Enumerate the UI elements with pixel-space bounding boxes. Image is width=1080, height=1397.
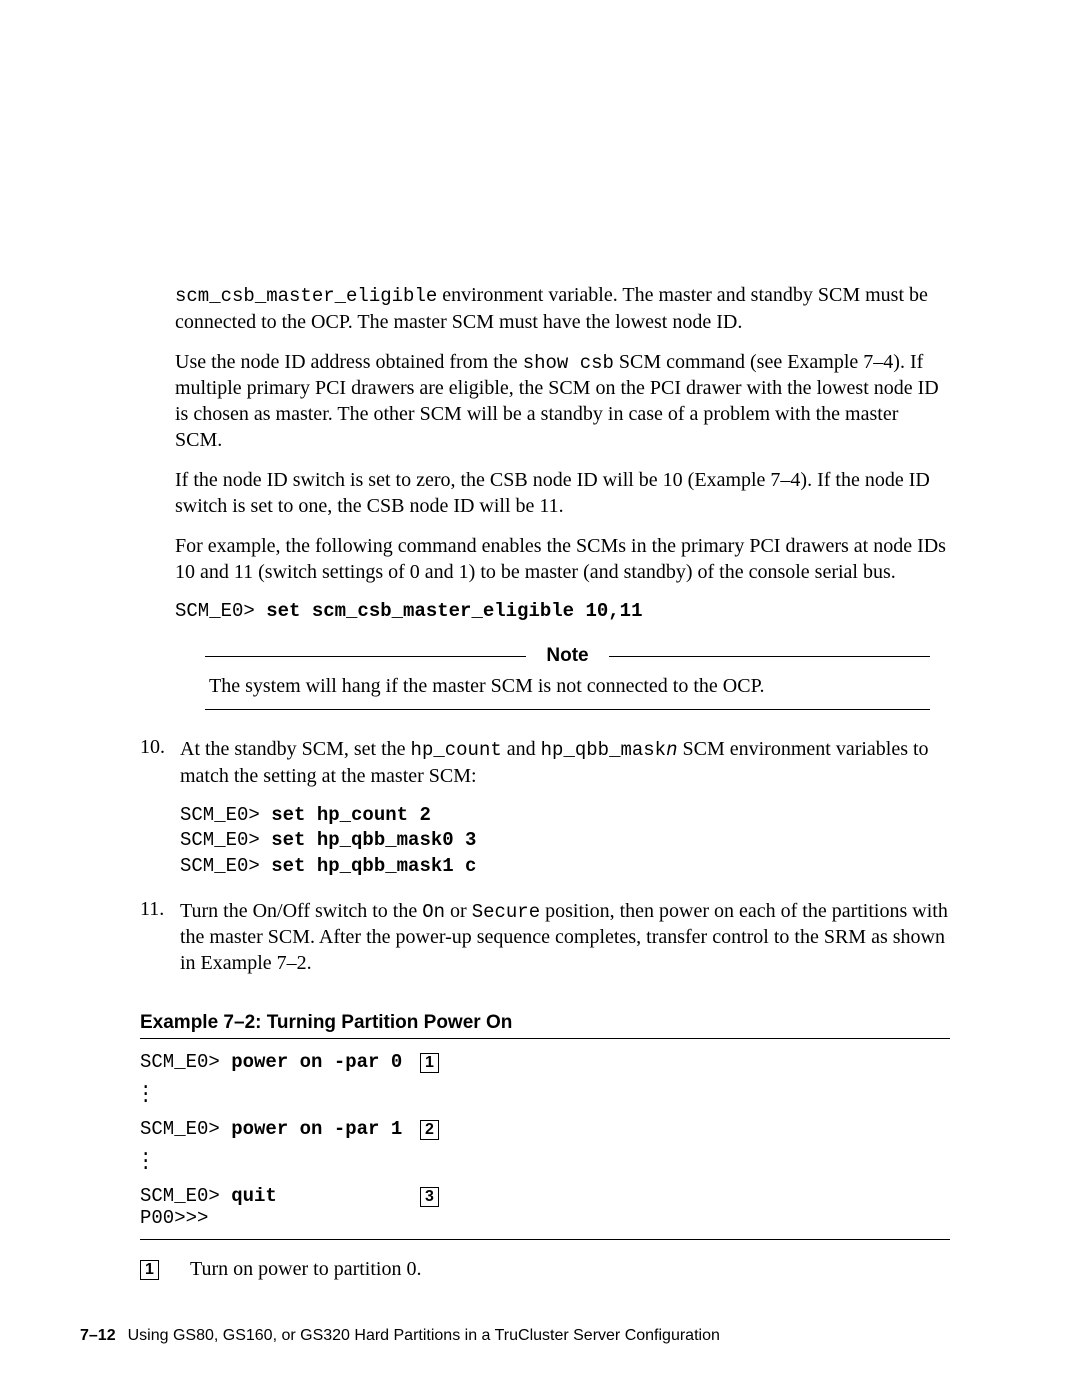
callout-2: 2 bbox=[420, 1120, 439, 1140]
page: scm_csb_master_eligible environment vari… bbox=[0, 0, 1080, 1397]
prompt: SCM_E0> bbox=[140, 1118, 231, 1140]
step-10-cmds: SCM_E0> set hp_count 2 SCM_E0> set hp_qb… bbox=[180, 803, 950, 880]
code-hp-count: hp_count bbox=[411, 739, 502, 761]
callout-key-1: 1 bbox=[140, 1258, 190, 1281]
note-box: Note The system will hang if the master … bbox=[205, 645, 930, 710]
vertical-dots-1: ... bbox=[140, 1079, 950, 1100]
step-10-number: 10. bbox=[140, 736, 180, 898]
example-rule-top bbox=[140, 1038, 950, 1039]
ex-cmd-3: SCM_E0> quit bbox=[140, 1185, 420, 1207]
callouts-list: 1 Turn on power to partition 0. bbox=[140, 1258, 950, 1281]
prompt: SCM_E0> bbox=[175, 600, 266, 622]
prompt: P00>>> bbox=[140, 1207, 208, 1229]
code-env-var: scm_csb_master_eligible bbox=[175, 285, 437, 307]
text: At the standby SCM, set the bbox=[180, 738, 411, 760]
para-node-id-switch: If the node ID switch is set to zero, th… bbox=[175, 467, 950, 519]
text: and bbox=[502, 738, 541, 760]
callout-row-1: 1 Turn on power to partition 0. bbox=[140, 1258, 950, 1281]
text: or bbox=[445, 900, 472, 922]
code-secure: Secure bbox=[472, 901, 540, 923]
cmd-set-master-eligible: SCM_E0> set scm_csb_master_eligible 10,1… bbox=[175, 599, 950, 625]
command: set hp_qbb_mask0 3 bbox=[271, 829, 476, 851]
example-7-2-body: SCM_E0> power on -par 0 1 ... SCM_E0> po… bbox=[140, 1051, 950, 1229]
step-11-number: 11. bbox=[140, 898, 180, 991]
example-row-2: SCM_E0> power on -par 1 2 bbox=[140, 1118, 950, 1140]
step-10-text: At the standby SCM, set the hp_count and… bbox=[180, 736, 950, 789]
step-11-body: Turn the On/Off switch to the On or Secu… bbox=[180, 898, 950, 991]
note-header: Note bbox=[205, 645, 930, 667]
callout-3: 3 bbox=[420, 1187, 439, 1207]
prompt: SCM_E0> bbox=[180, 804, 271, 826]
code-n: n bbox=[666, 739, 677, 761]
para-use-node-id: Use the node ID address obtained from th… bbox=[175, 349, 950, 454]
callout-text-1: Turn on power to partition 0. bbox=[190, 1258, 950, 1281]
note-rule-left bbox=[205, 656, 526, 657]
prompt: SCM_E0> bbox=[180, 829, 271, 851]
steps-list: 10. At the standby SCM, set the hp_count… bbox=[140, 736, 950, 990]
command: quit bbox=[231, 1185, 277, 1207]
example-row-1: SCM_E0> power on -par 0 1 bbox=[140, 1051, 950, 1073]
callout-icon-1: 1 bbox=[140, 1260, 159, 1280]
step-10-body: At the standby SCM, set the hp_count and… bbox=[180, 736, 950, 898]
prompt: SCM_E0> bbox=[140, 1051, 231, 1073]
example-row-4: P00>>> bbox=[140, 1207, 950, 1229]
ex-cmd-4: P00>>> bbox=[140, 1207, 208, 1229]
command: power on -par 1 bbox=[231, 1118, 402, 1140]
step-11-text: Turn the On/Off switch to the On or Secu… bbox=[180, 898, 950, 977]
example-row-3: SCM_E0> quit 3 bbox=[140, 1185, 950, 1207]
step-10: 10. At the standby SCM, set the hp_count… bbox=[140, 736, 950, 898]
text: Turn the On/Off switch to the bbox=[180, 900, 422, 922]
code-show-csb: show csb bbox=[523, 352, 614, 374]
example-7-2-title: Example 7–2: Turning Partition Power On bbox=[140, 1012, 950, 1034]
vertical-dots-2: ... bbox=[140, 1146, 950, 1167]
callout-1: 1 bbox=[420, 1053, 439, 1073]
continued-step-body: scm_csb_master_eligible environment vari… bbox=[175, 282, 950, 990]
para-example-intro: For example, the following command enabl… bbox=[175, 533, 950, 585]
note-rule-right bbox=[609, 656, 930, 657]
code-on: On bbox=[422, 901, 445, 923]
para-env-var: scm_csb_master_eligible environment vari… bbox=[175, 282, 950, 335]
page-footer: 7–12 Using GS80, GS160, or GS320 Hard Par… bbox=[80, 1327, 720, 1345]
ex-cmd-1: SCM_E0> power on -par 0 bbox=[140, 1051, 420, 1073]
code-hp-qbb-mask: hp_qbb_mask bbox=[541, 739, 666, 761]
command: power on -par 0 bbox=[231, 1051, 402, 1073]
note-body: The system will hang if the master SCM i… bbox=[205, 673, 930, 709]
example-rule-bottom bbox=[140, 1239, 950, 1240]
page-number: 7–12 bbox=[80, 1327, 116, 1344]
note-rule-bottom bbox=[205, 709, 930, 710]
note-label: Note bbox=[540, 645, 594, 667]
prompt: SCM_E0> bbox=[180, 855, 271, 877]
text: Use the node ID address obtained from th… bbox=[175, 351, 523, 373]
footer-text: Using GS80, GS160, or GS320 Hard Partiti… bbox=[128, 1327, 720, 1344]
command: set hp_count 2 bbox=[271, 804, 431, 826]
command: set scm_csb_master_eligible 10,11 bbox=[266, 600, 642, 622]
ex-cmd-2: SCM_E0> power on -par 1 bbox=[140, 1118, 420, 1140]
prompt: SCM_E0> bbox=[140, 1185, 231, 1207]
command: set hp_qbb_mask1 c bbox=[271, 855, 476, 877]
step-11: 11. Turn the On/Off switch to the On or … bbox=[140, 898, 950, 991]
